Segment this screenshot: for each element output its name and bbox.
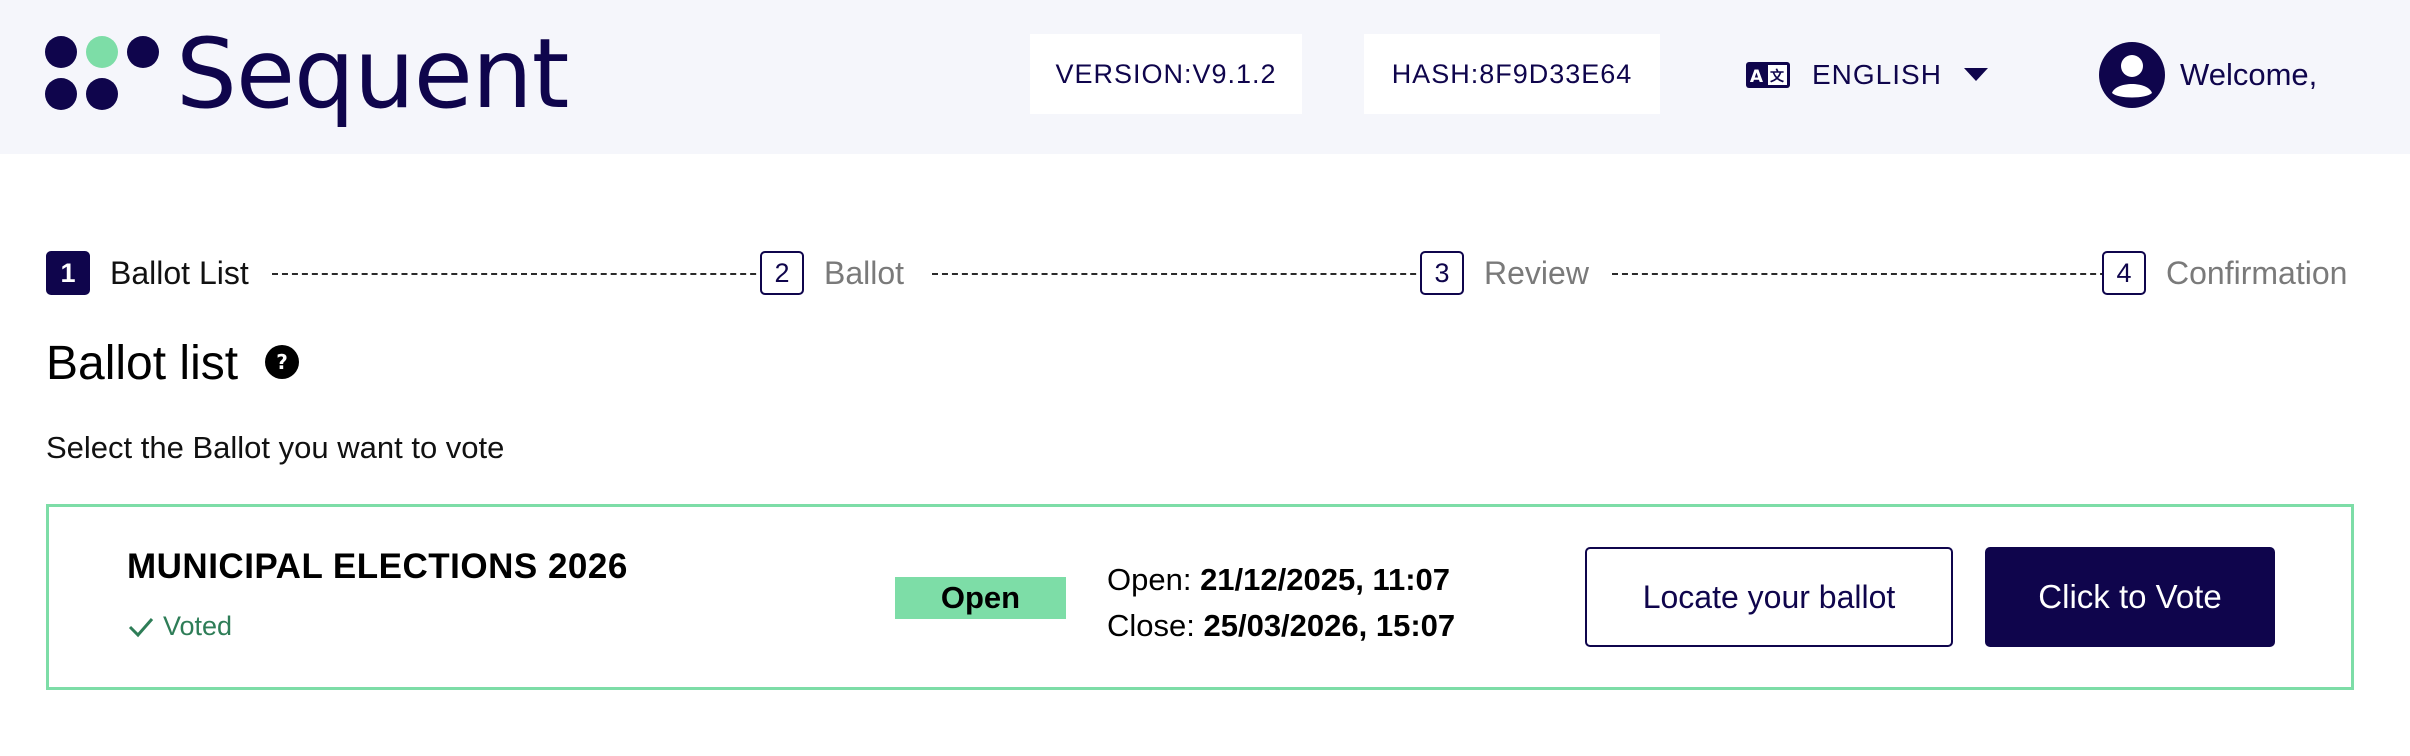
svg-text:文: 文 bbox=[1770, 68, 1785, 85]
language-selector[interactable]: A 文 ENGLISH bbox=[1746, 50, 1988, 100]
account-circle-icon bbox=[2098, 41, 2166, 109]
language-label: ENGLISH bbox=[1812, 59, 1942, 90]
user-menu[interactable]: Welcome, bbox=[2098, 40, 2317, 110]
step-label: Confirmation bbox=[2166, 254, 2348, 291]
step-review: 3 Review bbox=[1420, 250, 1589, 296]
close-date-row: Close: 25/03/2026, 15:07 bbox=[1107, 603, 1455, 649]
help-circle-icon[interactable]: ? bbox=[264, 344, 300, 380]
progress-stepper: 1 Ballot List 2 Ballot 3 Review 4 Confir… bbox=[46, 250, 2354, 296]
hash-label[interactable]: HASH:8F9D33E64 bbox=[1364, 34, 1660, 114]
svg-text:?: ? bbox=[276, 350, 288, 374]
caret-down-icon bbox=[1963, 68, 1988, 82]
voted-indicator: Voted bbox=[127, 611, 232, 642]
close-date: 25/03/2026, 15:07 bbox=[1203, 608, 1456, 643]
step-confirmation: 4 Confirmation bbox=[2102, 250, 2347, 296]
click-to-vote-button[interactable]: Click to Vote bbox=[1985, 547, 2275, 647]
open-date-row: Open: 21/12/2025, 11:07 bbox=[1107, 557, 1455, 603]
translate-icon: A 文 bbox=[1746, 60, 1790, 90]
step-label: Ballot List bbox=[110, 254, 249, 291]
open-label: Open: bbox=[1107, 562, 1201, 597]
open-date: 21/12/2025, 11:07 bbox=[1200, 562, 1451, 597]
close-label: Close: bbox=[1107, 608, 1204, 643]
check-icon bbox=[127, 613, 155, 641]
sequent-logo[interactable]: Sequent bbox=[44, 24, 569, 124]
step-number: 3 bbox=[1420, 251, 1464, 295]
step-connector bbox=[272, 273, 786, 275]
voted-label: Voted bbox=[163, 611, 233, 641]
ballot-card: MUNICIPAL ELECTIONS 2026 Voted Open Open… bbox=[46, 504, 2354, 690]
app-header: Sequent VERSION:V9.1.2 HASH:8F9D33E64 A … bbox=[0, 0, 2410, 154]
step-connector bbox=[1612, 273, 2126, 275]
locate-ballot-button[interactable]: Locate your ballot bbox=[1585, 547, 1953, 647]
ballot-title: MUNICIPAL ELECTIONS 2026 bbox=[127, 547, 628, 586]
brand-name: Sequent bbox=[176, 18, 569, 130]
page-title: Ballot list bbox=[46, 337, 239, 390]
step-ballot-list: 1 Ballot List bbox=[46, 250, 249, 296]
ballot-dates: Open: 21/12/2025, 11:07 Close: 25/03/202… bbox=[1107, 557, 1455, 649]
step-number: 2 bbox=[760, 251, 804, 295]
step-label: Ballot bbox=[824, 254, 905, 291]
welcome-text: Welcome, bbox=[2180, 57, 2318, 92]
page-subtitle: Select the Ballot you want to vote bbox=[46, 430, 505, 465]
status-badge: Open bbox=[895, 577, 1066, 619]
svg-text:A: A bbox=[1750, 67, 1764, 87]
step-ballot: 2 Ballot bbox=[760, 250, 904, 296]
step-number: 1 bbox=[46, 251, 90, 295]
version-label: VERSION:V9.1.2 bbox=[1030, 34, 1302, 114]
four-dots-logo-icon bbox=[45, 36, 159, 110]
step-label: Review bbox=[1484, 254, 1589, 291]
step-number: 4 bbox=[2102, 251, 2146, 295]
step-connector bbox=[932, 273, 1446, 275]
